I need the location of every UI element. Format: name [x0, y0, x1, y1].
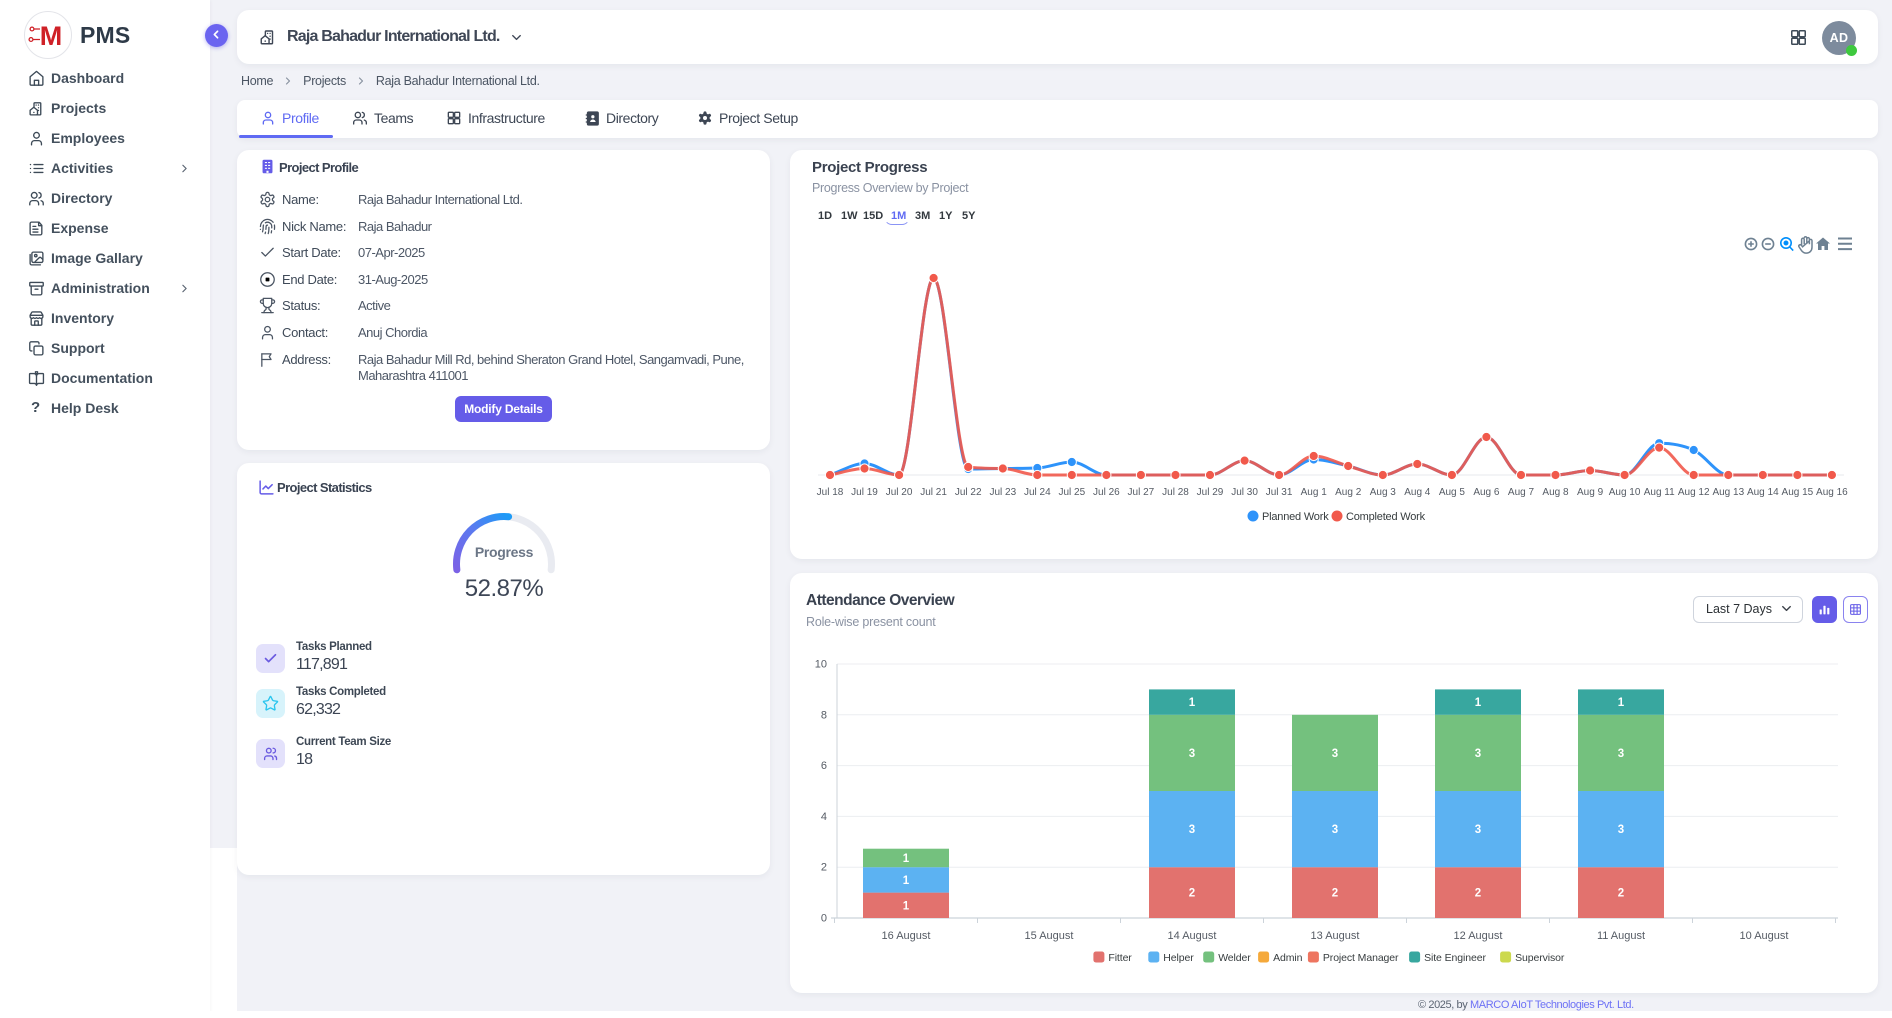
svg-text:4: 4 [821, 811, 827, 823]
svg-text:11 August: 11 August [1597, 930, 1645, 942]
svg-text:Planned Work: Planned Work [1262, 511, 1329, 523]
svg-text:Jul 28: Jul 28 [1162, 487, 1189, 498]
svg-text:1: 1 [1189, 697, 1196, 709]
svg-text:Jul 24: Jul 24 [1024, 487, 1051, 498]
svg-text:1: 1 [903, 900, 910, 912]
svg-text:Supervisor: Supervisor [1515, 952, 1565, 964]
svg-text:Jul 30: Jul 30 [1231, 487, 1258, 498]
svg-text:Jul 25: Jul 25 [1058, 487, 1085, 498]
svg-text:3: 3 [1618, 824, 1624, 836]
svg-text:M: M [40, 21, 63, 51]
svg-text:Aug 11: Aug 11 [1644, 487, 1675, 498]
svg-text:Jul 27: Jul 27 [1128, 487, 1155, 498]
svg-text:Aug 2: Aug 2 [1335, 487, 1362, 498]
svg-text:Project Manager: Project Manager [1323, 952, 1399, 964]
svg-text:8: 8 [821, 709, 827, 721]
svg-text:3: 3 [1332, 824, 1338, 836]
svg-text:1: 1 [903, 853, 910, 865]
svg-text:1: 1 [903, 875, 910, 887]
svg-text:2: 2 [1618, 888, 1624, 900]
svg-text:Aug 9: Aug 9 [1577, 487, 1604, 498]
svg-text:2: 2 [1189, 888, 1195, 900]
svg-text:3: 3 [1475, 824, 1481, 836]
svg-text:1: 1 [1475, 697, 1482, 709]
svg-text:3: 3 [1332, 748, 1338, 760]
svg-text:Jul 20: Jul 20 [886, 487, 913, 498]
svg-text:12 August: 12 August [1454, 930, 1503, 942]
svg-text:Jul 26: Jul 26 [1093, 487, 1120, 498]
svg-text:Jul 18: Jul 18 [817, 487, 844, 498]
svg-text:Aug 15: Aug 15 [1782, 487, 1814, 498]
svg-text:3: 3 [1618, 748, 1624, 760]
svg-text:Site Engineer: Site Engineer [1424, 952, 1486, 964]
svg-text:Jul 21: Jul 21 [920, 487, 947, 498]
svg-text:Aug 8: Aug 8 [1542, 487, 1569, 498]
svg-text:Aug 4: Aug 4 [1404, 487, 1431, 498]
svg-text:Aug 16: Aug 16 [1816, 487, 1848, 498]
svg-text:Aug 7: Aug 7 [1508, 487, 1535, 498]
svg-text:Aug 3: Aug 3 [1370, 487, 1397, 498]
svg-text:1: 1 [1618, 697, 1625, 709]
svg-text:10 August: 10 August [1740, 930, 1789, 942]
svg-text:Aug 5: Aug 5 [1439, 487, 1466, 498]
svg-text:Jul 22: Jul 22 [955, 487, 982, 498]
svg-text:0: 0 [821, 913, 827, 925]
svg-text:Helper: Helper [1163, 952, 1194, 964]
svg-text:2: 2 [1332, 888, 1338, 900]
svg-text:16 August: 16 August [882, 930, 931, 942]
svg-text:2: 2 [1475, 888, 1481, 900]
svg-text:Fitter: Fitter [1108, 952, 1132, 964]
svg-text:Admin: Admin [1273, 952, 1303, 964]
svg-text:Aug 13: Aug 13 [1712, 487, 1744, 498]
svg-text:2: 2 [821, 862, 827, 874]
svg-text:Aug 10: Aug 10 [1609, 487, 1641, 498]
svg-text:Aug 1: Aug 1 [1301, 487, 1328, 498]
svg-text:3: 3 [1189, 748, 1195, 760]
svg-text:Aug 6: Aug 6 [1473, 487, 1500, 498]
svg-text:Completed Work: Completed Work [1346, 511, 1426, 523]
svg-text:3: 3 [1189, 824, 1195, 836]
svg-text:Aug 14: Aug 14 [1747, 487, 1779, 498]
svg-text:14 August: 14 August [1168, 930, 1217, 942]
svg-text:Jul 19: Jul 19 [851, 487, 878, 498]
svg-text:15 August: 15 August [1025, 930, 1074, 942]
svg-text:Jul 31: Jul 31 [1266, 487, 1293, 498]
svg-text:Welder: Welder [1218, 952, 1251, 964]
svg-text:3: 3 [1475, 748, 1481, 760]
svg-text:Jul 23: Jul 23 [989, 487, 1016, 498]
svg-text:10: 10 [815, 659, 827, 671]
svg-text:Jul 29: Jul 29 [1197, 487, 1224, 498]
svg-text:6: 6 [821, 760, 827, 772]
svg-text:13 August: 13 August [1311, 930, 1360, 942]
svg-text:Aug 12: Aug 12 [1678, 487, 1710, 498]
